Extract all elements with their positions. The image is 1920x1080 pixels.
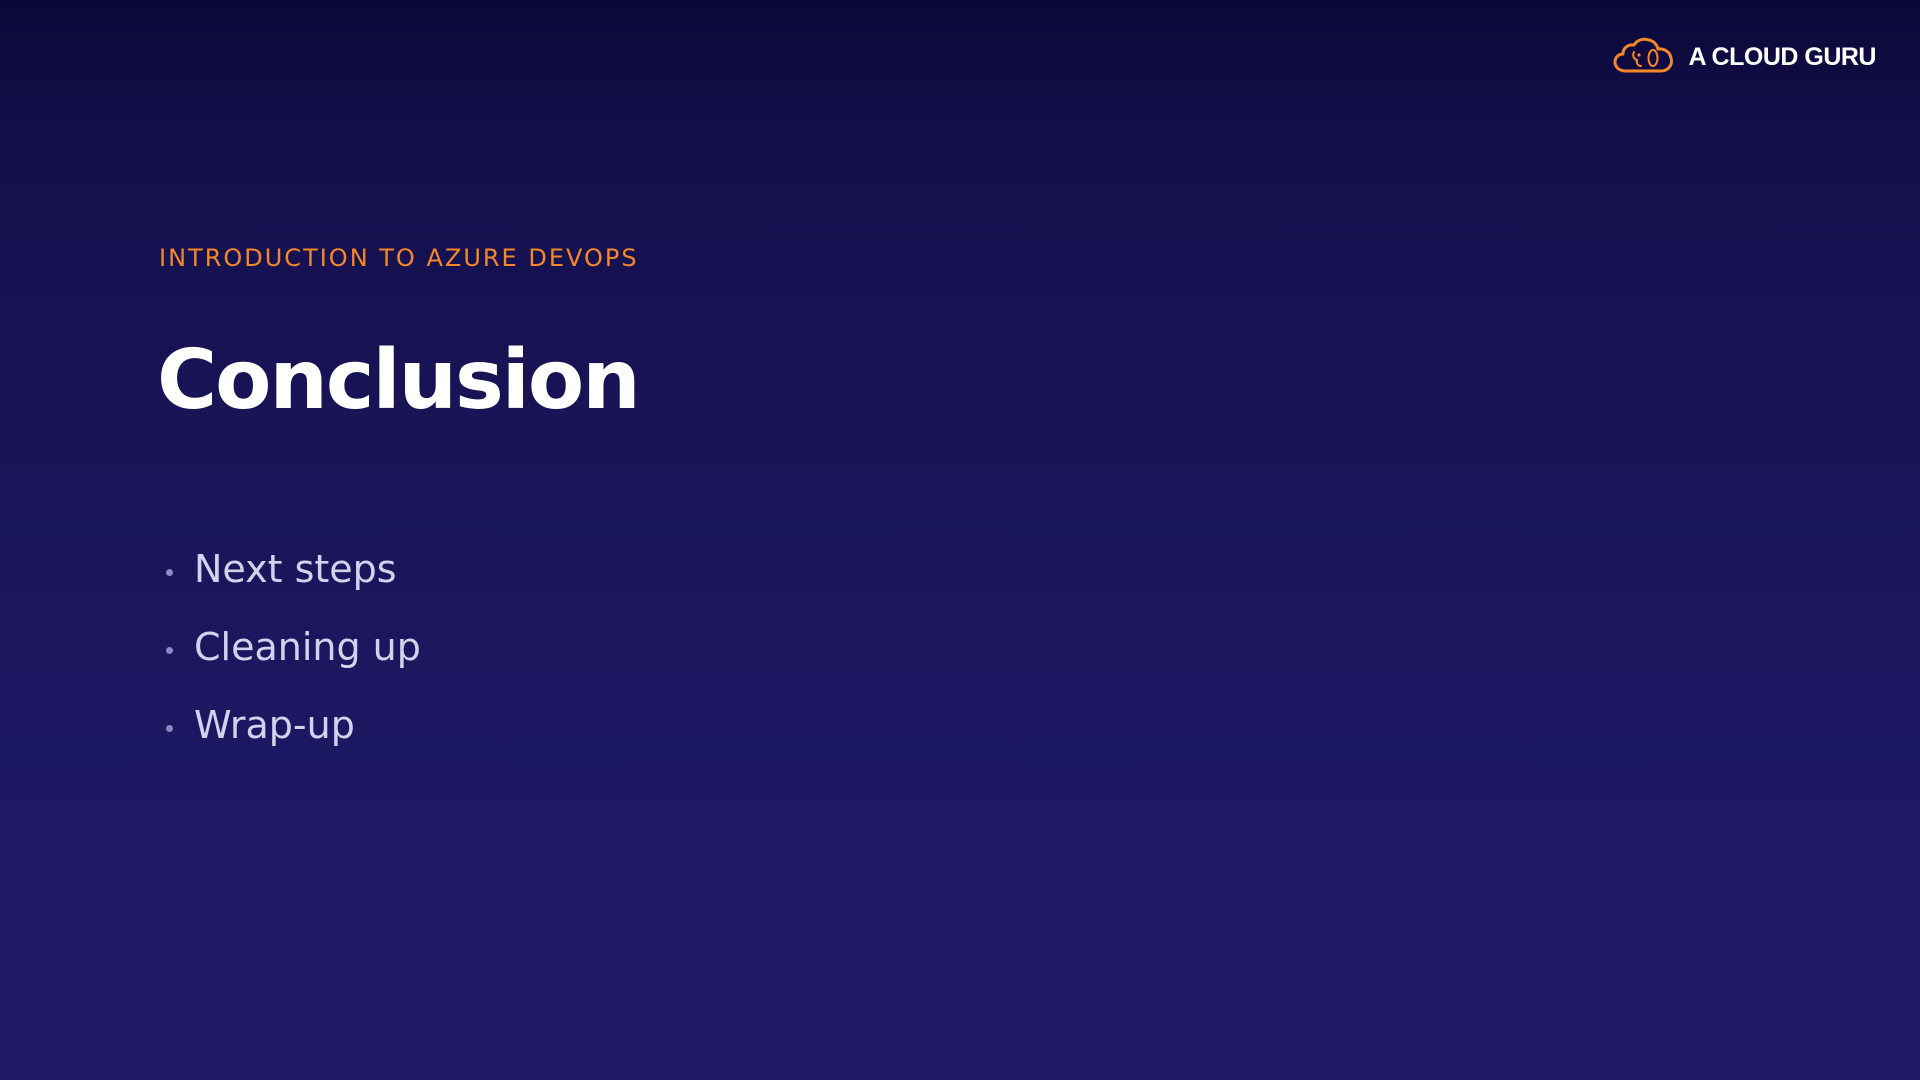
bullet-list: Next steps Cleaning up Wrap-up [166,530,421,764]
bullet-item-wrap-up: Wrap-up [166,686,421,764]
course-label: INTRODUCTION TO AZURE DEVOPS [159,244,639,272]
bullet-dot-icon [166,568,173,576]
presentation-slide: A CLOUD GURU INTRODUCTION TO AZURE DEVOP… [0,0,1920,1080]
slide-title: Conclusion [157,333,641,428]
bullet-item-next-steps: Next steps [166,530,421,608]
bullet-dot-icon [166,646,173,654]
cloud-logo-icon [1613,37,1674,73]
bullet-dot-icon [166,724,173,732]
bullet-text: Wrap-up [194,703,355,747]
bullet-item-cleaning-up: Cleaning up [166,608,421,686]
brand-logo: A CLOUD GURU [1612,37,1876,77]
bullet-text: Next steps [194,547,397,591]
bullet-text: Cleaning up [194,625,421,669]
brand-name: A CLOUD GURU [1688,42,1876,71]
